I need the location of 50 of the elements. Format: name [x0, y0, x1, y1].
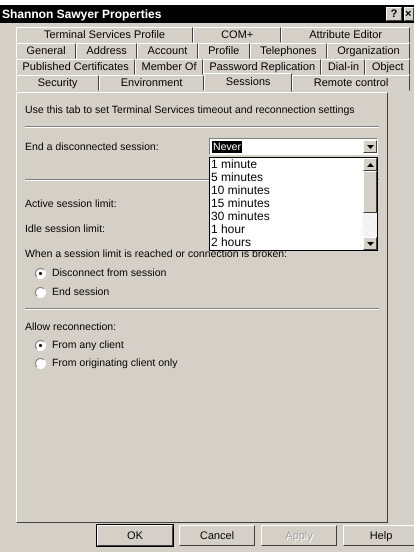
dropdown-option[interactable]: 15 minutes: [211, 197, 363, 210]
dropdown-option[interactable]: 1 hour: [211, 223, 363, 236]
tab[interactable]: Dial-in: [321, 59, 366, 75]
radio-label: Disconnect from session: [52, 267, 166, 279]
field-label: End a disconnected session:: [25, 140, 160, 152]
tab[interactable]: General: [16, 43, 76, 59]
radio-label: End session: [52, 286, 110, 298]
group-label: Allow reconnection:: [25, 321, 116, 333]
radio-button[interactable]: [35, 358, 46, 368]
dropdown-option[interactable]: 10 minutes: [211, 184, 363, 197]
field-label: Idle session limit:: [25, 223, 105, 235]
tab[interactable]: Object: [365, 59, 410, 75]
radio-label: From any client: [52, 339, 124, 351]
dropdown-option[interactable]: 2 hours: [211, 236, 363, 249]
window-title: Shannon Sawyer Properties: [2, 7, 162, 21]
tab[interactable]: Password Replication: [202, 59, 322, 75]
tab[interactable]: Security: [16, 75, 100, 91]
tab[interactable]: Published Certificates: [16, 59, 136, 75]
tab[interactable]: COM+: [193, 27, 282, 43]
tab[interactable]: Member Of: [135, 59, 203, 75]
tab[interactable]: Attribute Editor: [281, 27, 410, 43]
dialog-button[interactable]: OK: [97, 525, 173, 546]
tab[interactable]: Terminal Services Profile: [16, 27, 194, 43]
tab[interactable]: Address: [76, 43, 138, 59]
tab[interactable]: Telephones: [250, 43, 327, 59]
intro-text: Use this tab to set Terminal Services timeout and reconnection settings: [25, 104, 356, 116]
field-label: Active session limit:: [25, 198, 117, 210]
radio-button[interactable]: [35, 286, 46, 298]
dialog-button[interactable]: Cancel: [179, 525, 255, 546]
close-button[interactable]: ×: [404, 7, 414, 21]
dialog-button[interactable]: Help: [343, 525, 414, 546]
radio-button[interactable]: [35, 268, 46, 278]
dropdown-option[interactable]: 5 minutes: [211, 171, 363, 184]
radio-label: From originating client only: [52, 357, 178, 369]
tab[interactable]: Sessions: [204, 73, 292, 92]
tab[interactable]: Remote control: [292, 75, 410, 91]
help-button[interactable]: ?: [386, 7, 402, 21]
group-label: When a session limit is reached or connection is broken:: [25, 248, 288, 260]
tab[interactable]: Organization: [326, 43, 410, 59]
scroll-up-icon[interactable]: [363, 158, 377, 171]
dropdown-option[interactable]: 1 minute: [211, 158, 363, 171]
scroll-down-icon[interactable]: [363, 237, 377, 250]
dropdown[interactable]: Never: [209, 138, 378, 155]
dropdown-value: Never: [212, 140, 242, 152]
tab[interactable]: Profile: [198, 43, 250, 59]
tab[interactable]: Environment: [99, 75, 204, 91]
dropdown-option[interactable]: 30 minutes: [211, 210, 363, 223]
tab[interactable]: Account: [137, 43, 198, 59]
radio-button[interactable]: [35, 340, 46, 350]
scrollbar[interactable]: [363, 158, 377, 250]
